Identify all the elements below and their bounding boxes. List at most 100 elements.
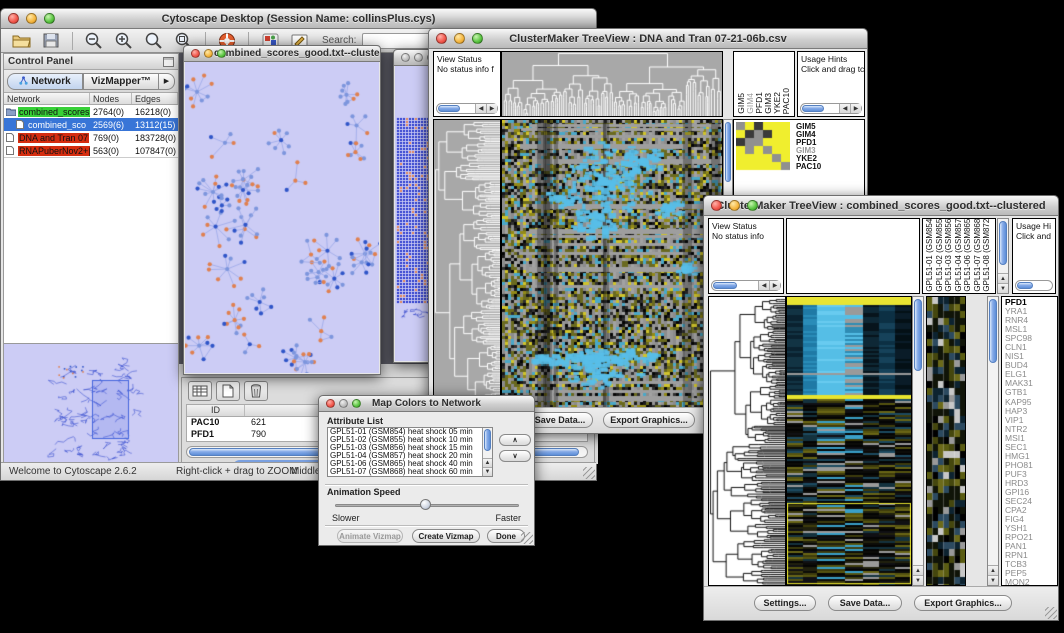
scroll-up-icon[interactable]: ▲ xyxy=(998,273,1008,283)
tv2-column-dendrogram[interactable] xyxy=(786,218,920,294)
scroll-left-icon[interactable]: ◀ xyxy=(475,104,486,113)
tv1-heatmap[interactable] xyxy=(501,119,723,409)
scroll-down-icon[interactable]: ▼ xyxy=(483,467,492,476)
tv2-button-save-data[interactable]: Save Data... xyxy=(828,595,902,611)
minimize-button[interactable] xyxy=(414,53,423,62)
tab-overflow-button[interactable]: ▶ xyxy=(159,73,175,90)
close-button[interactable] xyxy=(326,399,335,408)
slower-label: Slower xyxy=(332,513,360,523)
attribute-list-vscrollbar[interactable]: ▲ ▼ xyxy=(482,428,492,476)
scroll-right-icon[interactable]: ▶ xyxy=(769,281,780,290)
zoom-button[interactable] xyxy=(472,33,483,44)
tv2-genelist-vscrollbar[interactable]: ▲ ▼ xyxy=(987,296,999,586)
scroll-up-icon[interactable]: ▲ xyxy=(988,565,998,575)
tv1-view-status-text: No status info f xyxy=(437,64,497,74)
tv1-row-dendrogram[interactable] xyxy=(433,119,501,409)
scroll-down-icon[interactable]: ▼ xyxy=(998,283,1008,293)
tv2-collabel-vscrollbar[interactable]: ▲ ▼ xyxy=(997,218,1009,294)
network-table-header[interactable]: Network Nodes Edges xyxy=(4,92,178,105)
resize-grip[interactable] xyxy=(1045,607,1057,619)
network-list-row[interactable]: DNA and Tran 07769(0)183728(0) xyxy=(4,131,178,144)
delete-attribute-button[interactable] xyxy=(244,381,268,401)
desktop: Cytoscape Desktop (Session Name: collins… xyxy=(0,0,1064,633)
tv1-view-status-title: View Status xyxy=(437,54,497,64)
tv2-button-settings[interactable]: Settings... xyxy=(754,595,816,611)
minimize-button[interactable] xyxy=(339,399,348,408)
scroll-left-icon[interactable]: ◀ xyxy=(758,281,769,290)
tv2-heatmap[interactable] xyxy=(786,296,912,586)
tv2-status-scrollbar[interactable]: ◀ ▶ xyxy=(711,280,781,291)
scroll-down-icon[interactable]: ▼ xyxy=(913,575,923,585)
zoom-button[interactable] xyxy=(217,49,226,58)
scroll-right-icon[interactable]: ▶ xyxy=(486,104,497,113)
network-edges-count: 107847(0) xyxy=(132,146,178,156)
tv1-button-export-graphics[interactable]: Export Graphics... xyxy=(603,412,695,428)
create-attribute-button[interactable] xyxy=(216,381,240,401)
dialog-titlebar[interactable]: Map Colors to Network xyxy=(319,396,534,412)
tv2-heatmap-vscrollbar[interactable]: ▲ ▼ xyxy=(912,296,924,586)
attribute-list-item[interactable]: GPL51-07 (GSM868) heat shock 60 min xyxy=(328,468,482,476)
create-vizmap-button[interactable]: Create Vizmap xyxy=(412,529,480,543)
tv2-column-label: GPL51-03 (GSM856) xyxy=(944,218,954,292)
network-overview-panel[interactable] xyxy=(4,343,178,463)
close-button[interactable] xyxy=(436,33,447,44)
network-list-row[interactable]: combined_scores_2764(0)16218(0) xyxy=(4,105,178,118)
done-button[interactable]: Done xyxy=(487,529,525,543)
network-list-row[interactable]: combined_sco2569(6)13112(15) xyxy=(4,118,178,131)
tv1-zoom-matrix[interactable] xyxy=(736,122,790,172)
tab-network[interactable]: Network xyxy=(7,73,83,90)
zoom-button[interactable] xyxy=(747,200,758,211)
zoom-out-icon[interactable] xyxy=(82,31,106,51)
float-panel-icon[interactable] xyxy=(163,57,174,67)
scroll-left-icon[interactable]: ◀ xyxy=(839,104,850,113)
tv2-gene-label: MON2 xyxy=(1005,578,1057,586)
minimize-button[interactable] xyxy=(729,200,740,211)
dense-network-grid[interactable] xyxy=(395,66,431,361)
tv1-button-save-data[interactable]: Save Data... xyxy=(527,412,593,428)
save-icon[interactable] xyxy=(39,31,63,51)
slider-thumb[interactable] xyxy=(420,499,431,510)
scroll-right-icon[interactable]: ▶ xyxy=(850,104,861,113)
main-window-title: Cytoscape Desktop (Session Name: collins… xyxy=(162,13,436,25)
animate-vizmap-button[interactable]: Animate Vizmap xyxy=(337,529,403,543)
tv2-button-export-graphics[interactable]: Export Graphics... xyxy=(914,595,1012,611)
close-button[interactable] xyxy=(711,200,722,211)
minimize-button[interactable] xyxy=(454,33,465,44)
attribute-list[interactable]: GPL51-01 (GSM854) heat shock 05 minGPL51… xyxy=(327,427,493,477)
tv1-column-dendrogram[interactable] xyxy=(501,51,723,117)
minimize-button[interactable] xyxy=(204,49,213,58)
folder-icon xyxy=(6,107,16,116)
treeview2-titlebar[interactable]: ClusterMaker TreeView : combined_scores_… xyxy=(704,196,1058,216)
background-window-titlebar[interactable] xyxy=(394,50,432,66)
scroll-up-icon[interactable]: ▲ xyxy=(483,458,492,467)
resize-grip[interactable] xyxy=(583,467,595,479)
main-titlebar[interactable]: Cytoscape Desktop (Session Name: collins… xyxy=(1,9,596,29)
network-canvas[interactable] xyxy=(185,62,379,373)
minimize-button[interactable] xyxy=(26,13,37,24)
tv2-zoom-panel[interactable] xyxy=(926,296,966,586)
close-button[interactable] xyxy=(8,13,19,24)
close-button[interactable] xyxy=(401,53,410,62)
tv1-status-scrollbar[interactable]: ◀ ▶ xyxy=(436,103,498,114)
zoom-in-icon[interactable] xyxy=(112,31,136,51)
tab-vizmapper[interactable]: VizMapper™ xyxy=(83,73,159,90)
network-list-row[interactable]: RNAPuberNov2+|563(0)107847(0) xyxy=(4,144,178,157)
network-view-titlebar[interactable]: combined_scores_good.txt--cluste... xyxy=(184,46,380,62)
attribute-select-button[interactable] xyxy=(188,381,212,401)
resize-grip[interactable] xyxy=(521,532,533,544)
zoom-button[interactable] xyxy=(44,13,55,24)
tv2-row-dendrogram[interactable] xyxy=(708,296,786,586)
scroll-up-icon[interactable]: ▲ xyxy=(913,565,923,575)
zoom-fit-icon[interactable] xyxy=(142,31,166,51)
open-file-icon[interactable] xyxy=(9,31,33,51)
background-network-window[interactable] xyxy=(393,49,433,363)
move-down-button[interactable]: ∨ xyxy=(499,450,531,462)
treeview1-titlebar[interactable]: ClusterMaker TreeView : DNA and Tran 07-… xyxy=(429,29,867,49)
scroll-down-icon[interactable]: ▼ xyxy=(988,575,998,585)
tv1-hints-scrollbar[interactable]: ◀ ▶ xyxy=(800,103,862,114)
tv2-hints-scrollbar[interactable] xyxy=(1015,280,1053,291)
move-up-button[interactable]: ∧ xyxy=(499,434,531,446)
close-button[interactable] xyxy=(191,49,200,58)
zoom-button[interactable] xyxy=(352,399,361,408)
id-column-header[interactable]: ID xyxy=(187,405,245,416)
